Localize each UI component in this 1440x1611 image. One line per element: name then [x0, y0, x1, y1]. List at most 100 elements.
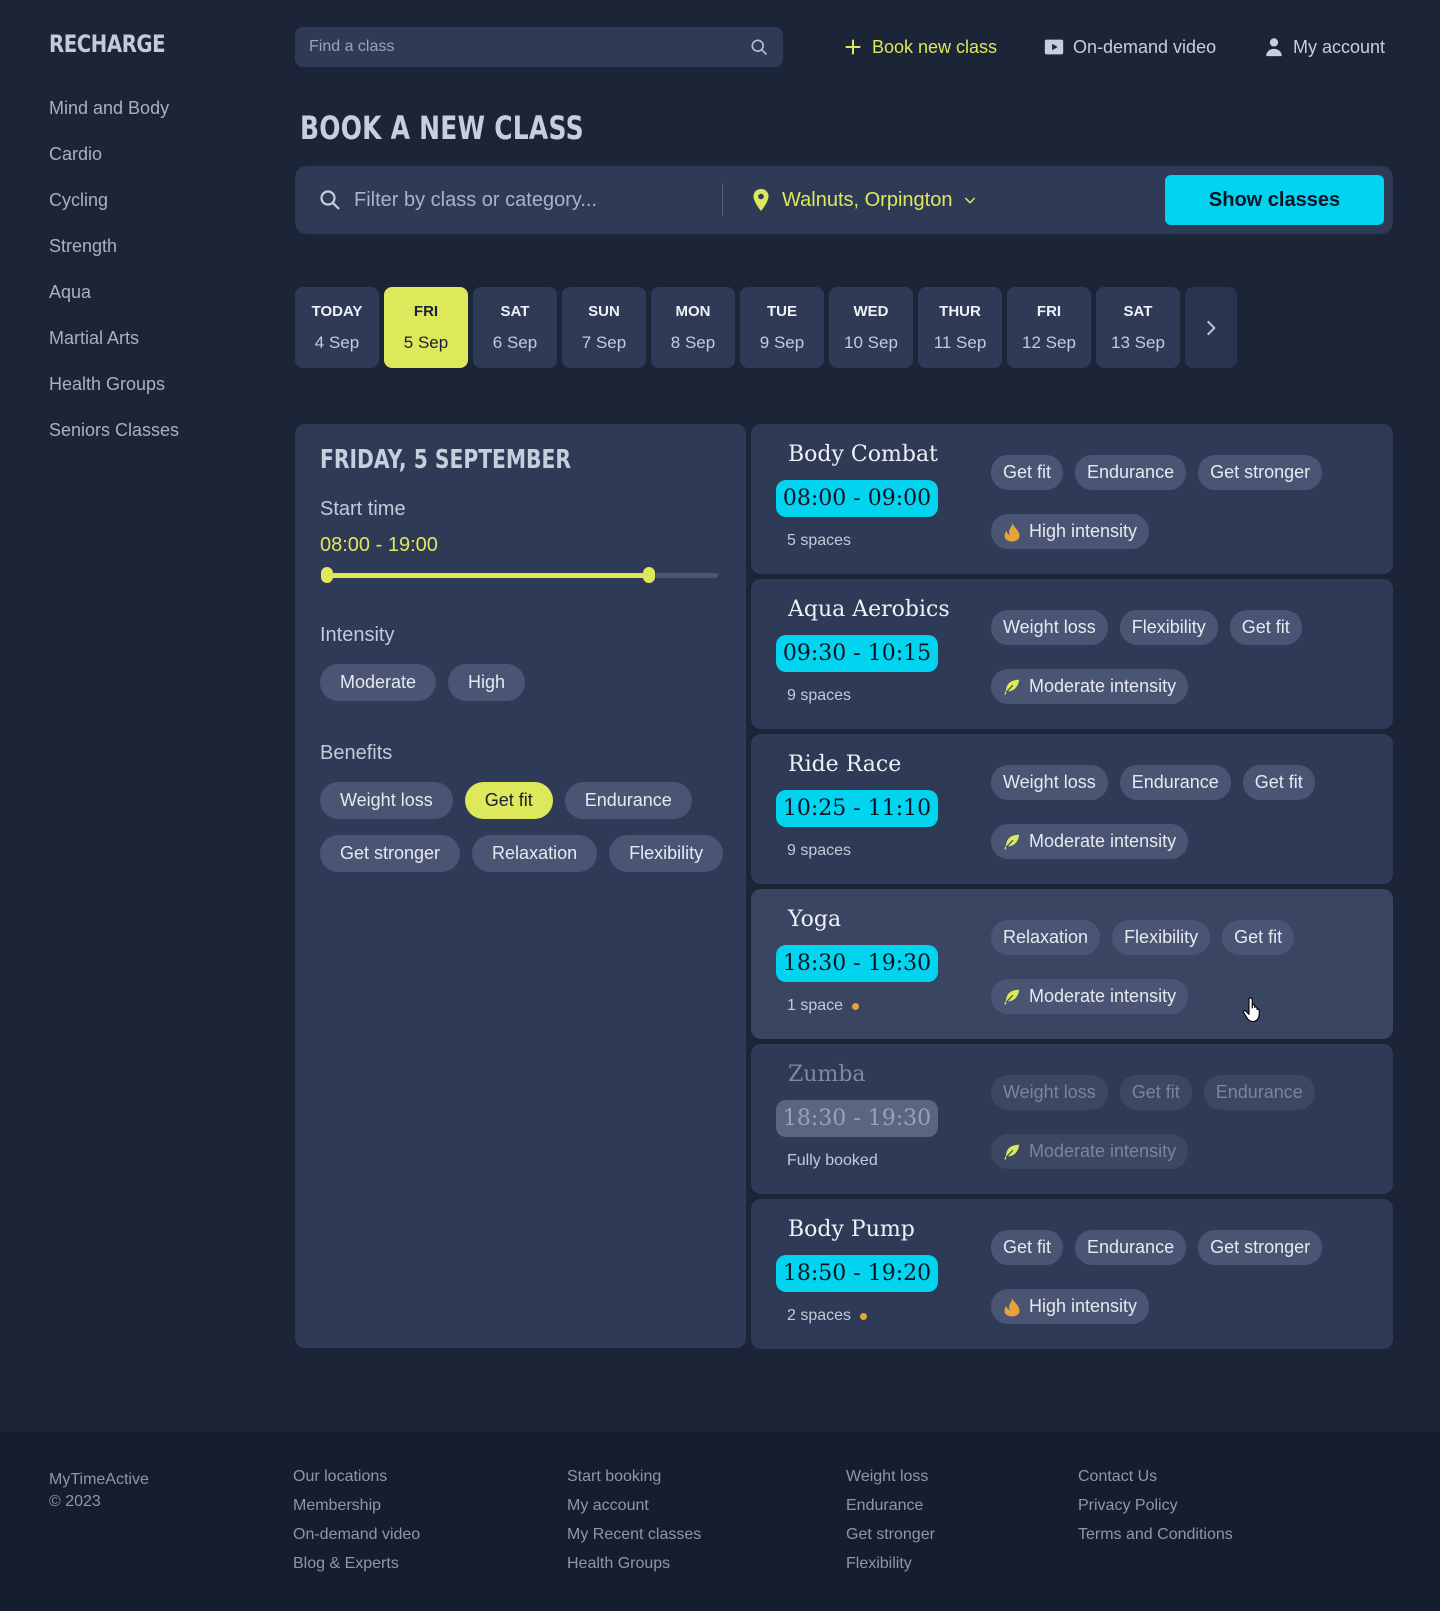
sidebar-item-seniors-classes[interactable]: Seniors Classes: [49, 418, 179, 464]
class-name: Body Combat: [788, 442, 938, 467]
class-card[interactable]: Ride Race 10:25 - 11:10 9 spaces Weight los…: [751, 734, 1393, 884]
on-demand-video-link[interactable]: On-demand video: [1043, 33, 1216, 61]
day-tab[interactable]: THUR 11 Sep: [918, 287, 1002, 368]
day-tab-weekday: SAT: [1123, 303, 1153, 320]
intensity-tag-label: Moderate intensity: [1029, 986, 1177, 1006]
search-icon[interactable]: [749, 37, 769, 57]
sidebar-item-cardio[interactable]: Cardio: [49, 142, 179, 188]
footer-link[interactable]: My Recent classes: [567, 1524, 701, 1553]
benefit-tag: Get fit: [1119, 1075, 1192, 1110]
chevron-right-icon: [1207, 320, 1216, 335]
benefit-tag: Flexibility: [1112, 920, 1211, 955]
footer-copyright: © 2023: [49, 1493, 101, 1510]
class-spaces-label: 9 spaces: [787, 842, 852, 859]
intensity-chip-high[interactable]: High: [448, 664, 526, 701]
day-tab-date: 4 Sep: [314, 333, 360, 352]
class-time-badge: 18:30 - 19:30: [776, 945, 938, 982]
day-tab[interactable]: TODAY 4 Sep: [295, 287, 379, 368]
class-spaces: 1 space: [787, 997, 860, 1015]
benefit-tag: Get fit: [1242, 765, 1315, 800]
time-slider-fill: [327, 573, 649, 578]
footer-link[interactable]: Endurance: [846, 1495, 935, 1524]
footer-link[interactable]: Privacy Policy: [1078, 1495, 1233, 1524]
day-tab-weekday: THUR: [939, 303, 981, 320]
show-classes-button[interactable]: Show classes: [1165, 175, 1384, 225]
filter-panel: [295, 424, 746, 1348]
sidebar-item-health-groups[interactable]: Health Groups: [49, 372, 179, 418]
class-time-badge: 09:30 - 10:15: [776, 635, 938, 672]
sidebar-item-strength[interactable]: Strength: [49, 234, 179, 280]
footer-link[interactable]: Flexibility: [846, 1553, 935, 1582]
class-tags: Relaxation Flexibility Get fit Moderate int…: [991, 920, 1361, 1014]
day-tab[interactable]: SAT 6 Sep: [473, 287, 557, 368]
class-tags: Get fit Endurance Get stronger High intensi…: [991, 455, 1361, 549]
footer-column-4: Contact Us Privacy Policy Terms and Cond…: [1078, 1466, 1233, 1553]
time-slider-min-handle[interactable]: [321, 567, 333, 583]
footer-link[interactable]: Get stronger: [846, 1524, 935, 1553]
class-card[interactable]: Yoga 18:30 - 19:30 1 space Relaxation Flexib…: [751, 889, 1393, 1039]
leaf-icon: [1003, 987, 1021, 1007]
intensity-tag: Moderate intensity: [991, 824, 1189, 859]
benefit-chip-get-stronger[interactable]: Get stronger: [320, 835, 461, 872]
benefit-chip-flexibility[interactable]: Flexibility: [609, 835, 724, 872]
day-tab[interactable]: SAT 13 Sep: [1096, 287, 1180, 368]
footer-company: MyTimeActive: [49, 1471, 149, 1488]
day-tab[interactable]: FRI 5 Sep: [384, 287, 468, 368]
class-card[interactable]: Body Pump 18:50 - 19:20 2 spaces Get fit End…: [751, 1199, 1393, 1349]
footer-link[interactable]: Contact Us: [1078, 1466, 1233, 1495]
benefit-chip-weight-loss[interactable]: Weight loss: [320, 782, 453, 819]
benefit-chip-endurance[interactable]: Endurance: [564, 782, 692, 819]
class-card[interactable]: Aqua Aerobics 09:30 - 10:15 9 spaces Weight…: [751, 579, 1393, 729]
intensity-chip-moderate[interactable]: Moderate: [320, 664, 437, 701]
footer-link[interactable]: Membership: [293, 1495, 420, 1524]
class-card[interactable]: Body Combat 08:00 - 09:00 5 spaces Get fit E…: [751, 424, 1393, 574]
footer-link[interactable]: Health Groups: [567, 1553, 701, 1582]
hand-cursor-icon: [1242, 997, 1260, 1023]
day-tab-weekday: SUN: [588, 303, 620, 320]
my-account-link[interactable]: My account: [1263, 33, 1385, 61]
benefits-label: Benefits: [320, 742, 393, 764]
class-spaces-label: 5 spaces: [787, 532, 852, 549]
top-search-input[interactable]: [309, 38, 749, 56]
selected-date-heading: FRIDAY, 5 SEPTEMBER: [320, 445, 571, 475]
day-tab[interactable]: MON 8 Sep: [651, 287, 735, 368]
day-tab[interactable]: TUE 9 Sep: [740, 287, 824, 368]
top-search-box: [295, 27, 783, 67]
benefit-chip-get-fit[interactable]: Get fit: [464, 782, 553, 819]
sidebar-item-aqua[interactable]: Aqua: [49, 280, 179, 326]
day-tab-date: 13 Sep: [1111, 333, 1165, 352]
sidebar-item-martial-arts[interactable]: Martial Arts: [49, 326, 179, 372]
intensity-tag-label: High intensity: [1029, 521, 1138, 541]
day-tab-weekday: WED: [853, 303, 889, 320]
class-name: Zumba: [788, 1062, 866, 1087]
class-tags: Weight loss Get fit Endurance Moderate inte…: [991, 1075, 1361, 1169]
brand-logo[interactable]: RECHARGE: [49, 30, 166, 58]
class-filter-input[interactable]: [354, 184, 714, 216]
sidebar-item-mind-and-body[interactable]: Mind and Body: [49, 96, 179, 142]
day-tab[interactable]: WED 10 Sep: [829, 287, 913, 368]
day-tab-weekday: SAT: [500, 303, 530, 320]
footer-link[interactable]: Our locations: [293, 1466, 420, 1495]
start-time-label: Start time: [320, 498, 406, 520]
map-pin-icon: [753, 189, 769, 211]
day-tab-date: 6 Sep: [492, 333, 538, 352]
location-select[interactable]: Walnuts, Orpington: [750, 184, 978, 216]
next-days-button[interactable]: [1185, 287, 1237, 368]
class-tags: Weight loss Flexibility Get fit Moderate in…: [991, 610, 1361, 704]
footer-link[interactable]: My account: [567, 1495, 701, 1524]
footer-link[interactable]: Start booking: [567, 1466, 701, 1495]
footer-link[interactable]: Terms and Conditions: [1078, 1524, 1233, 1553]
footer-link[interactable]: Weight loss: [846, 1466, 935, 1495]
sidebar-item-cycling[interactable]: Cycling: [49, 188, 179, 234]
footer-link[interactable]: On-demand video: [293, 1524, 420, 1553]
footer-link[interactable]: Blog & Experts: [293, 1553, 420, 1582]
class-spaces: 5 spaces: [787, 532, 851, 550]
book-new-class-link[interactable]: Book new class: [842, 33, 997, 61]
time-slider-max-handle[interactable]: [642, 567, 655, 583]
day-tab[interactable]: FRI 12 Sep: [1007, 287, 1091, 368]
day-tab[interactable]: SUN 7 Sep: [562, 287, 646, 368]
benefit-chip-relaxation[interactable]: Relaxation: [472, 835, 598, 872]
book-new-class-label: Book new class: [872, 36, 998, 57]
plus-icon: [845, 39, 861, 55]
day-tab-weekday: TUE: [767, 303, 797, 320]
